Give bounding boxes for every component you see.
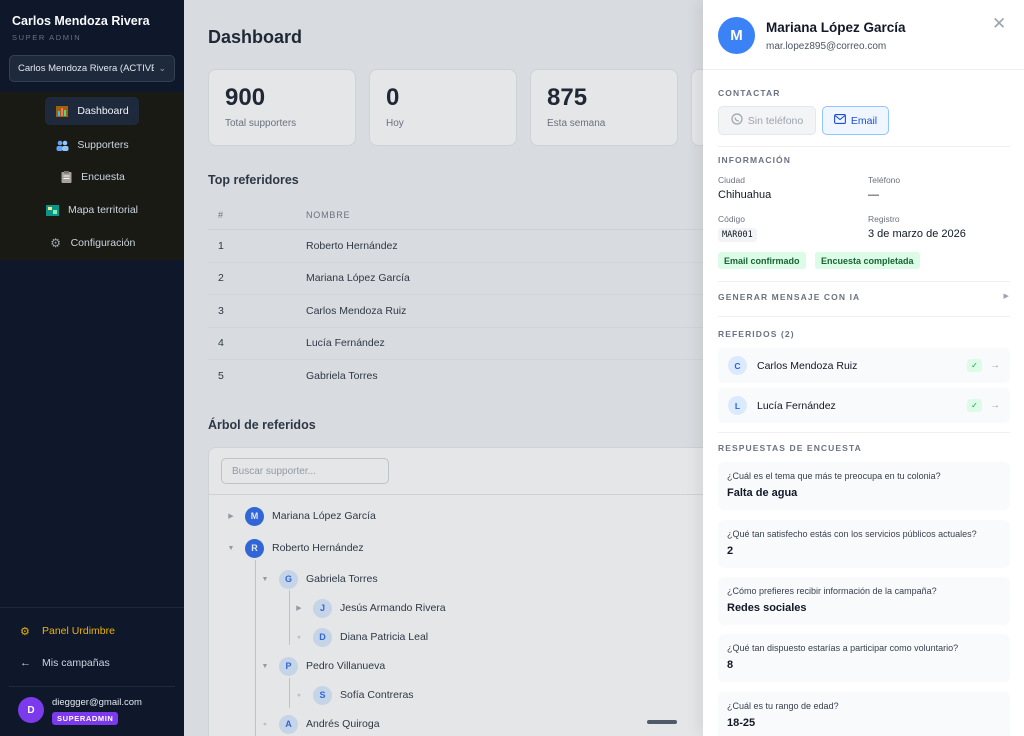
campaign-select-value: Carlos Mendoza Rivera (ACTIVE (18, 63, 155, 74)
avatar: L (728, 396, 747, 415)
role-badge: SUPERADMIN (52, 712, 119, 725)
sidebar-item-encuesta[interactable]: Encuesta (0, 162, 184, 192)
clipboard-icon (59, 171, 73, 183)
referral-item[interactable]: C Carlos Mendoza Ruiz ✓ → (718, 348, 1010, 383)
people-icon (55, 139, 69, 151)
survey-question: ¿Qué tan satisfecho estás con los servic… (727, 529, 977, 539)
referral-item[interactable]: L Lucía Fernández ✓ → (718, 388, 1010, 423)
check-icon: ✓ (967, 359, 982, 372)
sidebar-user: Carlos Mendoza Rivera SUPER ADMIN (0, 0, 184, 42)
mail-icon (833, 114, 846, 127)
sidebar-item-label: Supporters (77, 139, 129, 151)
referral-name: Carlos Mendoza Ruiz (757, 359, 858, 372)
panel-urdimbre-label: Panel Urdimbre (42, 625, 115, 637)
survey-question: ¿Qué tan dispuesto estarías a participar… (727, 643, 959, 653)
user-role: SUPER ADMIN (12, 33, 82, 42)
supporter-detail-panel: M Mariana López García mar.lopez895@corr… (703, 0, 1024, 736)
map-icon (46, 204, 60, 216)
chart-icon (55, 105, 69, 117)
divider (718, 432, 1010, 433)
divider (718, 146, 1010, 147)
code-value: MAR001 (718, 228, 757, 242)
survey-question: ¿Cuál es el tema que más te preocupa en … (727, 471, 941, 481)
mis-campanas-link[interactable]: ← Mis campañas (0, 647, 184, 679)
survey-answer-value: 8 (727, 659, 734, 671)
panel-header: M Mariana López García mar.lopez895@corr… (703, 0, 1024, 70)
sidebar-item-dashboard[interactable]: Dashboard (0, 96, 184, 126)
section-label: RESPUESTAS DE ENCUESTA (718, 443, 862, 453)
sidebar-item-mapa[interactable]: Mapa territorial (0, 195, 184, 225)
registered-value: 3 de marzo de 2026 (868, 228, 966, 240)
close-icon[interactable]: ✕ (992, 14, 1006, 34)
avatar: D (18, 697, 44, 723)
section-label: INFORMACIÓN (718, 155, 792, 165)
gear-icon: ⚙ (50, 236, 61, 250)
email-button[interactable]: Email (822, 106, 889, 135)
campaign-select[interactable]: Carlos Mendoza Rivera (ACTIVE ⌄ (9, 55, 175, 82)
survey-answer-value: Falta de agua (727, 487, 798, 499)
panel-urdimbre-link[interactable]: ⚙ Panel Urdimbre (0, 615, 184, 647)
survey-answer: ¿Qué tan satisfecho estás con los servic… (718, 520, 1010, 568)
field-label: Teléfono (868, 175, 901, 185)
chevron-right-icon: ▶ (1003, 293, 1010, 300)
divider (718, 316, 1010, 317)
status-badge: Email confirmado (718, 252, 806, 269)
whatsapp-icon (731, 113, 743, 128)
ai-section-label: GENERAR MENSAJE CON IA (718, 292, 861, 302)
account-email: dieggger@gmail.com (52, 697, 142, 708)
avatar: C (728, 356, 747, 375)
email-button-label: Email (850, 114, 878, 127)
ai-message-toggle[interactable]: GENERAR MENSAJE CON IA ▶ (718, 292, 1010, 302)
account-info[interactable]: D dieggger@gmail.com SUPERADMIN (9, 686, 175, 726)
phone-value: — (868, 189, 879, 201)
field-label: Ciudad (718, 175, 745, 185)
referral-name: Lucía Fernández (757, 399, 836, 412)
sidebar-item-label: Encuesta (81, 171, 125, 183)
avatar: M (718, 17, 755, 54)
divider (718, 281, 1010, 282)
chevron-down-icon: ⌄ (158, 63, 166, 73)
sidebar-bottom: ⚙ Panel Urdimbre ← Mis campañas (0, 607, 184, 679)
sidebar-nav: Dashboard Supporters Encuesta Mapa terri… (0, 92, 184, 260)
field-label: Registro (868, 214, 900, 224)
arrow-right-icon[interactable]: → (990, 360, 1000, 371)
mis-campanas-label: Mis campañas (42, 657, 110, 669)
city-value: Chihuahua (718, 189, 772, 201)
field-label: Código (718, 214, 745, 224)
user-name: Carlos Mendoza Rivera (12, 14, 150, 28)
section-label: REFERIDOS (2) (718, 329, 795, 339)
survey-answer-value: Redes sociales (727, 602, 807, 614)
survey-answer: ¿Cómo prefieres recibir información de l… (718, 577, 1010, 625)
survey-answer-value: 2 (727, 545, 734, 557)
sidebar-item-supporters[interactable]: Supporters (0, 130, 184, 160)
arrow-left-icon: ← (20, 657, 31, 669)
sidebar: Carlos Mendoza Rivera SUPER ADMIN Carlos… (0, 0, 184, 736)
no-phone-label: Sin teléfono (747, 114, 804, 127)
check-icon: ✓ (967, 399, 982, 412)
survey-answer: ¿Qué tan dispuesto estarías a participar… (718, 634, 1010, 682)
whatsapp-button: Sin teléfono (718, 106, 816, 135)
supporter-name: Mariana López García (766, 20, 906, 35)
supporter-email: mar.lopez895@correo.com (766, 41, 887, 52)
sidebar-item-label: Mapa territorial (67, 204, 139, 216)
sidebar-item-configuracion[interactable]: ⚙ Configuración (0, 228, 184, 258)
survey-answer-value: 18-25 (727, 717, 756, 729)
sidebar-item-label: Dashboard (77, 105, 129, 117)
survey-answer: ¿Cuál es tu rango de edad? 18-25 (718, 692, 1010, 736)
sidebar-item-label: Configuración (70, 237, 136, 249)
arrow-right-icon[interactable]: → (990, 400, 1000, 411)
survey-question: ¿Cuál es tu rango de edad? (727, 701, 839, 711)
gear-icon: ⚙ (20, 625, 30, 638)
survey-answer: ¿Cuál es el tema que más te preocupa en … (718, 462, 1010, 510)
status-badge: Encuesta completada (815, 252, 920, 269)
section-label: CONTACTAR (718, 88, 781, 98)
survey-question: ¿Cómo prefieres recibir información de l… (727, 586, 937, 596)
